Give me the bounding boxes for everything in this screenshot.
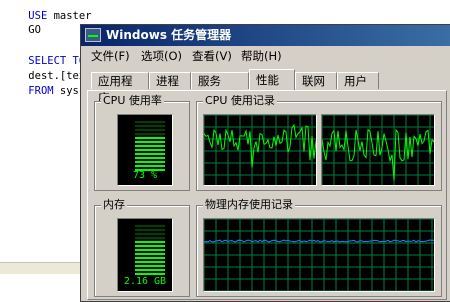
tab-services[interactable]: 服务: [191, 72, 249, 89]
meter-segment: [135, 125, 165, 127]
meter-segment: [135, 161, 165, 163]
task-manager-window[interactable]: Windows 任务管理器 文件(F) 选项(O) 查看(V) 帮助(H) 应用…: [80, 24, 450, 302]
meter-segment: [135, 129, 165, 131]
tab-users[interactable]: 用户: [337, 72, 379, 89]
meter-segment: [135, 249, 165, 251]
title-bar[interactable]: Windows 任务管理器: [81, 25, 450, 46]
meter-segment: [135, 153, 165, 155]
memory-label: 内存: [101, 198, 127, 212]
cpu-history-chart-core-2: [322, 115, 434, 185]
meter-segment: [135, 269, 165, 271]
meter-segment: [135, 261, 165, 263]
cpu-usage-group: CPU 使用率 73 %: [94, 94, 190, 191]
sql-text: GO: [28, 24, 41, 36]
memory-value: 2.16 GB: [123, 276, 167, 287]
menu-bar: 文件(F) 选项(O) 查看(V) 帮助(H): [81, 46, 450, 66]
memory-history-chart: [204, 219, 434, 291]
tab-strip: 应用程序 进程 服务 性能 联网 用户: [81, 69, 450, 105]
tab-processes[interactable]: 进程: [149, 72, 191, 89]
cpu-usage-label: CPU 使用率: [101, 94, 164, 108]
meter-segment: [135, 149, 165, 151]
editor-bottom-area: [0, 274, 84, 300]
tab-applications[interactable]: 应用程序: [91, 72, 149, 105]
menu-options[interactable]: 选项(O): [141, 46, 182, 66]
tab-performance[interactable]: 性能: [249, 69, 295, 90]
history-trace: [204, 239, 434, 243]
menu-help[interactable]: 帮助(H): [241, 46, 282, 66]
memory-history-group: 物理内存使用记录: [196, 198, 442, 297]
task-manager-icon: [85, 28, 101, 42]
cpu-history-group: CPU 使用记录: [196, 94, 442, 191]
menu-file[interactable]: 文件(F): [91, 46, 130, 66]
menu-view[interactable]: 查看(V): [192, 46, 232, 66]
meter-segment: [135, 233, 165, 235]
meter-segment: [135, 225, 165, 227]
cpu-usage-value: 73 %: [132, 170, 158, 181]
cpu-history-label: CPU 使用记录: [203, 94, 277, 108]
meter-segment: [135, 157, 165, 159]
meter-segment: [135, 165, 165, 167]
memory-history-graph: [203, 218, 435, 292]
memory-meter-bars: [135, 225, 165, 277]
meter-segment: [135, 273, 165, 275]
meter-segment: [135, 137, 165, 139]
meter-segment: [135, 245, 165, 247]
meter-segment: [135, 133, 165, 135]
sql-text: master: [47, 10, 92, 22]
performance-panel: CPU 使用率 73 % CPU 使用记录 内存 2.16 GB 物理内存使用记…: [87, 90, 447, 300]
sql-keyword: FROM: [28, 85, 54, 97]
meter-segment: [135, 141, 165, 143]
meter-segment: [135, 145, 165, 147]
meter-segment: [135, 265, 165, 267]
cpu-usage-meter: 73 %: [117, 114, 173, 186]
memory-history-label: 物理内存使用记录: [203, 198, 295, 212]
meter-segment: [135, 237, 165, 239]
cpu-history-graph-core-2: [321, 114, 435, 186]
window-title: Windows 任务管理器: [106, 28, 232, 42]
cpu-meter-bars: [135, 121, 165, 173]
tab-networking[interactable]: 联网: [295, 72, 337, 89]
meter-segment: [135, 241, 165, 243]
meter-segment: [135, 229, 165, 231]
meter-segment: [135, 257, 165, 259]
cpu-history-graph-core-1: [203, 114, 317, 186]
memory-group: 内存 2.16 GB: [94, 198, 190, 297]
meter-segment: [135, 121, 165, 123]
meter-segment: [135, 253, 165, 255]
memory-meter: 2.16 GB: [117, 218, 173, 292]
cpu-history-chart-core-1: [204, 115, 316, 185]
